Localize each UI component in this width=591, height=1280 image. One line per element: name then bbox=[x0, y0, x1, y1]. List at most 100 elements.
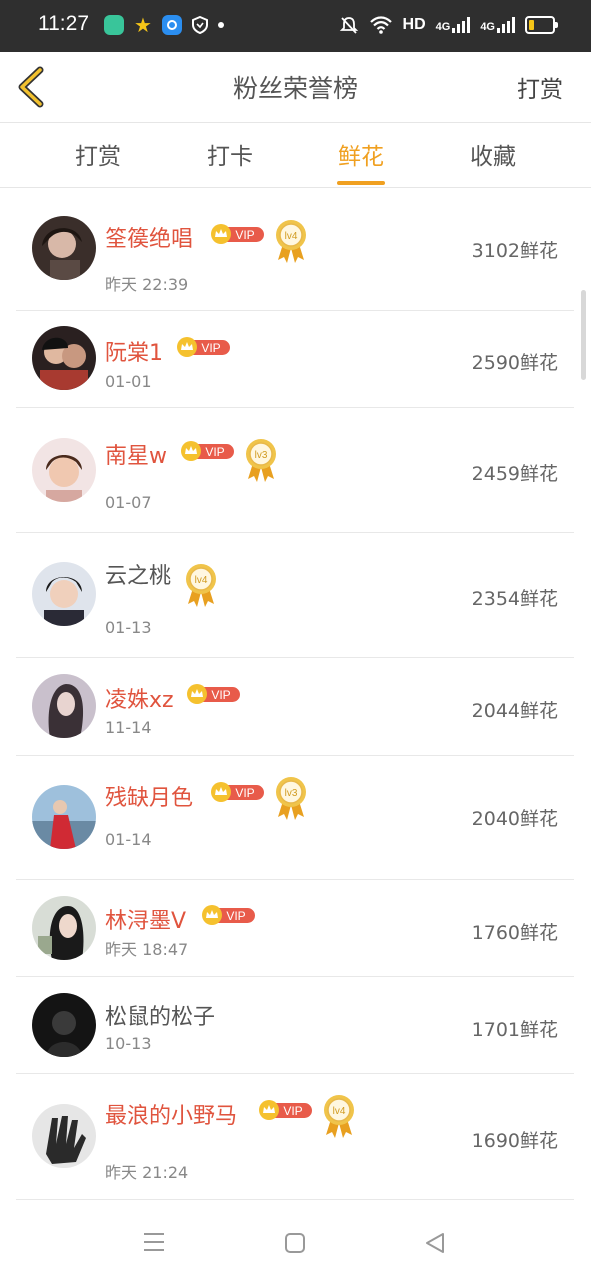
timestamp: 昨天 22:39 bbox=[105, 275, 189, 294]
avatar[interactable] bbox=[32, 438, 96, 502]
flower-count: 1760鲜花 bbox=[471, 922, 558, 944]
level-medal-icon: lv4 bbox=[276, 220, 306, 263]
avatar[interactable] bbox=[32, 562, 96, 626]
avatar[interactable] bbox=[32, 1104, 96, 1168]
signal-2-label: 4G bbox=[480, 21, 495, 33]
timestamp: 01-14 bbox=[105, 830, 152, 849]
tab-bar: 打赏 打卡 鲜花 收藏 bbox=[0, 123, 591, 188]
avatar[interactable] bbox=[32, 993, 96, 1057]
list-item[interactable]: 松鼠的松子 10-13 1701鲜花 bbox=[16, 976, 574, 1074]
user-name[interactable]: 最浪的小野马 bbox=[105, 1098, 237, 1130]
signal-2-icon: 4G bbox=[480, 17, 515, 33]
tab-flowers[interactable]: 鲜花 bbox=[338, 137, 384, 171]
status-icons: HD 4G 4G bbox=[339, 14, 558, 36]
more-dot-icon bbox=[217, 22, 224, 28]
vip-label: VIP bbox=[283, 1104, 302, 1118]
timestamp: 10-13 bbox=[105, 1034, 152, 1053]
user-name[interactable]: 云之桃 bbox=[105, 558, 171, 590]
hd-label: HD bbox=[402, 16, 426, 33]
vip-badge-icon: VIP bbox=[259, 1100, 312, 1120]
shield-icon bbox=[191, 16, 208, 34]
level-medal-icon: lv4 bbox=[324, 1095, 354, 1138]
vip-label: VIP bbox=[205, 445, 224, 459]
vip-badge-icon: VIP bbox=[181, 441, 234, 461]
user-name[interactable]: 凌姝xz bbox=[105, 682, 174, 714]
list-item[interactable]: 最浪的小野马 VIP lv4 昨天 21:24 1690鲜花 bbox=[16, 1073, 574, 1200]
avatar[interactable] bbox=[32, 674, 96, 738]
vip-label: VIP bbox=[235, 228, 254, 242]
vip-label: VIP bbox=[235, 786, 254, 800]
list-item[interactable]: 林浔墨V VIP 昨天 18:47 1760鲜花 bbox=[16, 879, 574, 977]
user-name[interactable]: 筌篌绝唱 bbox=[105, 221, 193, 253]
notification-icons: ★ bbox=[104, 14, 224, 36]
user-name[interactable]: 南星w bbox=[105, 438, 167, 470]
timestamp: 11-14 bbox=[105, 718, 152, 737]
user-name[interactable]: 松鼠的松子 bbox=[105, 999, 215, 1031]
timestamp: 01-13 bbox=[105, 618, 152, 637]
status-time: 11:27 bbox=[38, 12, 89, 35]
list-item[interactable]: 南星w VIP lv3 01-07 2459鲜花 bbox=[16, 407, 574, 533]
timestamp: 昨天 18:47 bbox=[105, 940, 189, 959]
reward-button[interactable]: 打赏 bbox=[517, 70, 563, 104]
wifi-icon bbox=[369, 16, 392, 34]
flower-count: 3102鲜花 bbox=[471, 240, 558, 262]
level-medal-icon: lv3 bbox=[276, 777, 306, 820]
avatar[interactable] bbox=[32, 896, 96, 960]
vip-badge-icon: VIP bbox=[187, 684, 240, 704]
list-item[interactable]: 阮棠1 VIP 01-01 2590鲜花 bbox=[16, 310, 574, 408]
tab-checkin[interactable]: 打卡 bbox=[207, 137, 253, 171]
tab-collect[interactable]: 收藏 bbox=[470, 137, 516, 171]
system-nav-bar bbox=[0, 1200, 591, 1280]
app-notification-icon bbox=[104, 15, 124, 35]
avatar[interactable] bbox=[32, 785, 96, 849]
flower-count: 2590鲜花 bbox=[471, 352, 558, 374]
user-name[interactable]: 阮棠1 bbox=[105, 335, 163, 367]
vip-badge-icon: VIP bbox=[177, 337, 230, 357]
signal-1-label: 4G bbox=[435, 21, 451, 33]
star-icon: ★ bbox=[134, 13, 152, 37]
medal-level: lv4 bbox=[195, 575, 208, 586]
timestamp: 昨天 21:24 bbox=[105, 1163, 189, 1182]
avatar[interactable] bbox=[32, 216, 96, 280]
user-name[interactable]: 林浔墨V bbox=[105, 903, 186, 935]
list-item[interactable]: 残缺月色 VIP lv3 01-14 2040鲜花 bbox=[16, 755, 574, 880]
signal-1-icon: 4G bbox=[436, 17, 471, 33]
active-tab-indicator bbox=[337, 181, 385, 185]
mute-bell-icon bbox=[339, 17, 358, 34]
flower-count: 2459鲜花 bbox=[471, 463, 558, 485]
list-item[interactable]: 筌篌绝唱 VIP lv4 昨天 22:39 3102鲜花 bbox=[16, 188, 574, 311]
battery-icon bbox=[525, 16, 558, 34]
avatar[interactable] bbox=[32, 326, 96, 390]
vip-label: VIP bbox=[201, 341, 220, 355]
vip-label: VIP bbox=[226, 909, 245, 923]
back-triangle-icon[interactable] bbox=[425, 1232, 445, 1254]
timestamp: 01-07 bbox=[105, 493, 152, 512]
medal-level: lv3 bbox=[285, 788, 298, 799]
browser-notification-icon bbox=[161, 15, 182, 35]
list-item[interactable]: 云之桃 lv4 01-13 2354鲜花 bbox=[16, 532, 574, 658]
flower-count: 1701鲜花 bbox=[471, 1019, 558, 1041]
vip-badge-icon: VIP bbox=[211, 224, 264, 244]
vip-badge-icon: VIP bbox=[202, 905, 255, 925]
menu-icon[interactable] bbox=[143, 1232, 165, 1252]
flower-count: 1690鲜花 bbox=[471, 1130, 558, 1152]
timestamp: 01-01 bbox=[105, 372, 152, 391]
top-nav-bar: 粉丝荣誉榜 打赏 bbox=[0, 52, 591, 123]
medal-level: lv3 bbox=[255, 450, 268, 461]
medal-level: lv4 bbox=[333, 1106, 346, 1117]
level-medal-icon: lv3 bbox=[246, 439, 276, 482]
status-bar: 11:27 ★ HD 4G 4G bbox=[0, 0, 591, 52]
vip-label: VIP bbox=[211, 688, 230, 702]
user-name[interactable]: 残缺月色 bbox=[105, 780, 193, 812]
vip-badge-icon: VIP bbox=[211, 782, 264, 802]
level-medal-icon: lv4 bbox=[186, 564, 216, 607]
home-square-icon[interactable] bbox=[285, 1233, 305, 1253]
medal-level: lv4 bbox=[285, 231, 298, 242]
page-title: 粉丝荣誉榜 bbox=[232, 74, 358, 103]
tab-reward[interactable]: 打赏 bbox=[75, 137, 121, 171]
scrollbar[interactable] bbox=[581, 290, 586, 380]
flower-count: 2040鲜花 bbox=[471, 808, 558, 830]
flower-count: 2354鲜花 bbox=[471, 588, 558, 610]
flower-count: 2044鲜花 bbox=[471, 700, 558, 722]
list-item[interactable]: 凌姝xz VIP 11-14 2044鲜花 bbox=[16, 657, 574, 756]
